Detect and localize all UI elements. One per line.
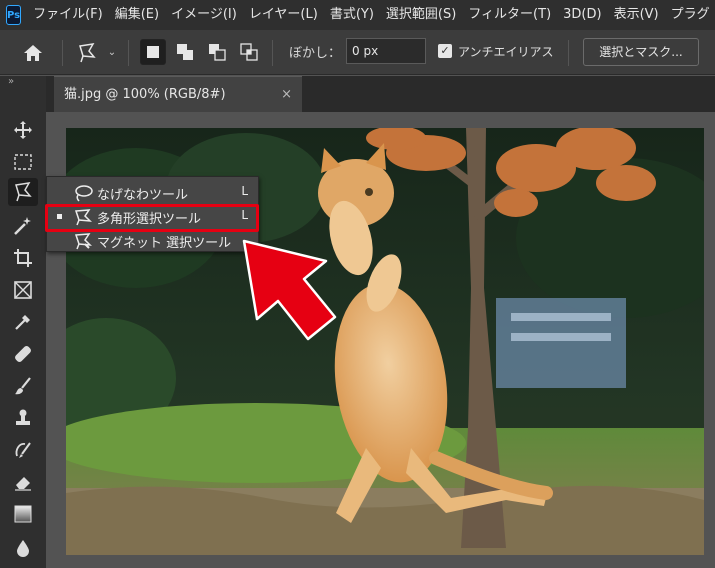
add-to-selection-button[interactable] — [172, 39, 198, 65]
flyout-item-label: なげなわツール — [97, 188, 189, 203]
menu-file[interactable]: ファイル(F) — [27, 0, 109, 30]
flyout-item-polygonal-lasso[interactable]: 多角形選択ツール L — [47, 205, 258, 229]
flyout-item-label: マグネット 選択ツール — [97, 236, 232, 251]
shortcut-key: L — [241, 184, 248, 198]
history-brush-icon[interactable] — [8, 436, 38, 464]
brush-icon[interactable] — [8, 372, 38, 400]
new-selection-button[interactable] — [140, 39, 166, 65]
menu-view[interactable]: 表示(V) — [608, 0, 665, 30]
separator — [272, 40, 273, 66]
menu-filter[interactable]: フィルター(T) — [462, 0, 557, 30]
clone-stamp-icon[interactable] — [8, 404, 38, 432]
document-tab-bar: 猫.jpg @ 100% (RGB/8#) × — [46, 76, 715, 112]
select-and-mask-button[interactable]: 選択とマスク... — [583, 38, 699, 66]
menu-bar: Ps ファイル(F) 編集(E) イメージ(I) レイヤー(L) 書式(Y) 選… — [0, 0, 715, 30]
polygonal-lasso-icon[interactable] — [72, 38, 102, 68]
separator — [62, 40, 63, 66]
shortcut-key: L — [241, 208, 248, 222]
intersect-selection-button[interactable] — [236, 39, 262, 65]
home-icon[interactable] — [18, 39, 48, 67]
tools-panel: » — [0, 76, 46, 568]
lasso-tools-flyout: なげなわツール L 多角形選択ツール L マグネット 選択ツール — [46, 176, 259, 252]
antialias-label: アンチエイリアス — [458, 45, 554, 59]
move-icon[interactable] — [8, 116, 38, 144]
photoshop-logo[interactable]: Ps — [6, 5, 22, 25]
menu-plugins[interactable]: プラグ — [665, 0, 715, 30]
gradient-icon[interactable] — [8, 500, 38, 528]
menu-type[interactable]: 書式(Y) — [324, 0, 380, 30]
flyout-item-lasso[interactable]: なげなわツール L — [47, 181, 258, 205]
blur-icon[interactable] — [8, 534, 38, 562]
options-bar: ⌄ ぼかし： 0 px ✓ アンチエイリアス 選択とマスク... — [0, 30, 715, 75]
menu-edit[interactable]: 編集(E) — [109, 0, 165, 30]
eraser-icon[interactable] — [8, 468, 38, 496]
document-tab-title: 猫.jpg @ 100% (RGB/8#) — [64, 87, 226, 102]
crop-icon[interactable] — [8, 244, 38, 272]
marquee-icon[interactable] — [8, 148, 38, 176]
annotation-arrow-icon — [242, 239, 337, 341]
lasso-icon — [73, 184, 93, 206]
close-icon[interactable]: × — [281, 77, 292, 113]
flyout-item-label: 多角形選択ツール — [97, 212, 202, 227]
lasso-icon[interactable] — [8, 178, 38, 206]
magic-wand-icon[interactable] — [8, 212, 38, 240]
frame-icon[interactable] — [8, 276, 38, 304]
feather-label: ぼかし： — [289, 46, 342, 61]
panel-collapse-icon[interactable]: » — [0, 76, 46, 90]
antialias-checkbox[interactable]: ✓ — [438, 44, 452, 58]
menu-3d[interactable]: 3D(D) — [557, 0, 607, 30]
chevron-down-icon[interactable]: ⌄ — [105, 44, 119, 60]
feather-input[interactable]: 0 px — [346, 38, 426, 64]
magnetic-lasso-icon — [73, 232, 93, 254]
flyout-item-magnetic-lasso[interactable]: マグネット 選択ツール — [47, 229, 258, 253]
menu-select[interactable]: 選択範囲(S) — [380, 0, 462, 30]
menu-layer[interactable]: レイヤー(L) — [243, 0, 324, 30]
menu-image[interactable]: イメージ(I) — [165, 0, 243, 30]
selected-indicator — [57, 214, 62, 219]
subtract-from-selection-button[interactable] — [204, 39, 230, 65]
separator — [568, 40, 569, 66]
healing-brush-icon[interactable] — [8, 340, 38, 368]
eyedropper-icon[interactable] — [8, 308, 38, 336]
separator — [128, 40, 129, 66]
polygonal-lasso-icon — [73, 208, 93, 230]
document-tab[interactable]: 猫.jpg @ 100% (RGB/8#) × — [54, 76, 302, 112]
